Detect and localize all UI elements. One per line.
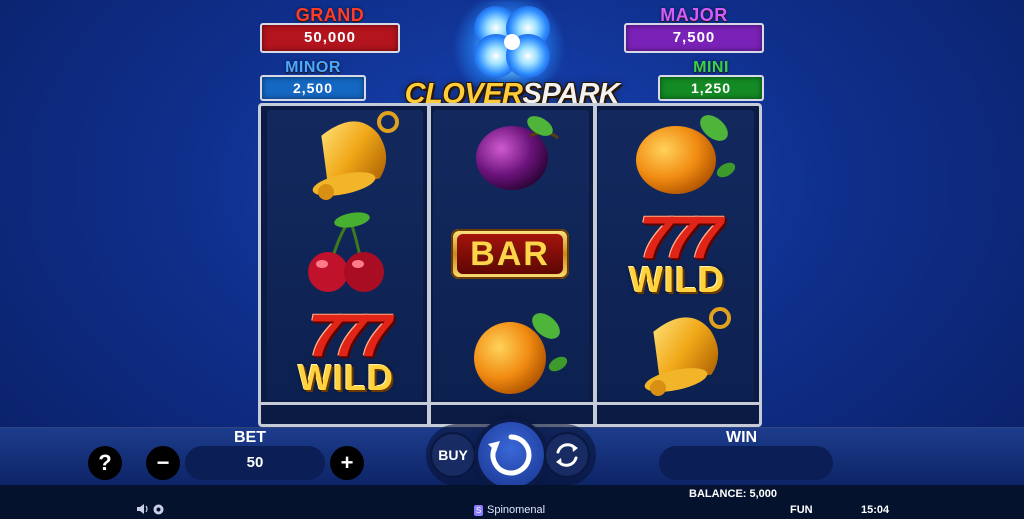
jackpot-minor-value: 2,500 (260, 75, 366, 101)
jackpot-grand: GRAND 50,000 (260, 6, 400, 53)
win-value (659, 446, 833, 480)
jackpot-grand-value: 50,000 (260, 23, 400, 53)
autoplay-button[interactable] (546, 434, 588, 476)
bet-label: BET (234, 429, 266, 446)
reel-divider (427, 106, 431, 424)
wild-text: WILD (629, 259, 725, 300)
jackpot-mini: MINI 1,250 (658, 60, 764, 101)
balance-text: BALANCE: 5,000 (689, 488, 778, 500)
clock-text: 15:04 (861, 504, 890, 516)
mode-text: FUN (790, 504, 813, 516)
brand-name: Spinomenal (487, 504, 546, 516)
wild-text: WILD (298, 357, 394, 398)
brand: S Spinomenal (474, 504, 545, 516)
jackpot-minor: MINOR 2,500 (260, 60, 366, 101)
spin-icon (488, 434, 532, 476)
wild-777-symbol: 777 WILD (276, 306, 416, 402)
jackpot-mini-value: 1,250 (658, 75, 764, 101)
buy-button[interactable]: BUY (432, 434, 474, 476)
reel-divider (593, 106, 597, 424)
bar-text: BAR (457, 234, 563, 274)
reels-bottom-line (261, 402, 759, 405)
plum-symbol (476, 116, 559, 190)
orange-symbol (636, 115, 736, 194)
bell-symbol (644, 307, 731, 396)
cherries-symbol (308, 212, 384, 292)
wild-777-symbol: 777 WILD (607, 208, 747, 304)
jackpot-grand-title: GRAND (295, 5, 365, 25)
jackpot-major-value: 7,500 (624, 23, 764, 53)
spin-button[interactable] (478, 422, 544, 488)
win-label: WIN (726, 429, 758, 446)
settings-icon[interactable] (152, 503, 165, 516)
bell-symbol (312, 111, 399, 200)
bar-symbol: BAR (451, 229, 569, 279)
jackpot-major: MAJOR 7,500 (624, 6, 764, 53)
sound-icon[interactable] (136, 503, 150, 515)
bet-increase-button[interactable]: + (330, 446, 364, 480)
bet-value: 50 (185, 446, 325, 480)
jackpot-minor-title: MINOR (285, 59, 341, 76)
bet-decrease-button[interactable]: − (146, 446, 180, 480)
jackpot-mini-title: MINI (693, 59, 729, 76)
autoplay-icon (556, 443, 578, 467)
jackpot-major-title: MAJOR (660, 5, 728, 25)
clover-icon (474, 6, 550, 78)
help-button[interactable]: ? (88, 446, 122, 480)
spinomenal-logo-icon: S (474, 504, 483, 516)
orange-symbol (474, 313, 568, 394)
